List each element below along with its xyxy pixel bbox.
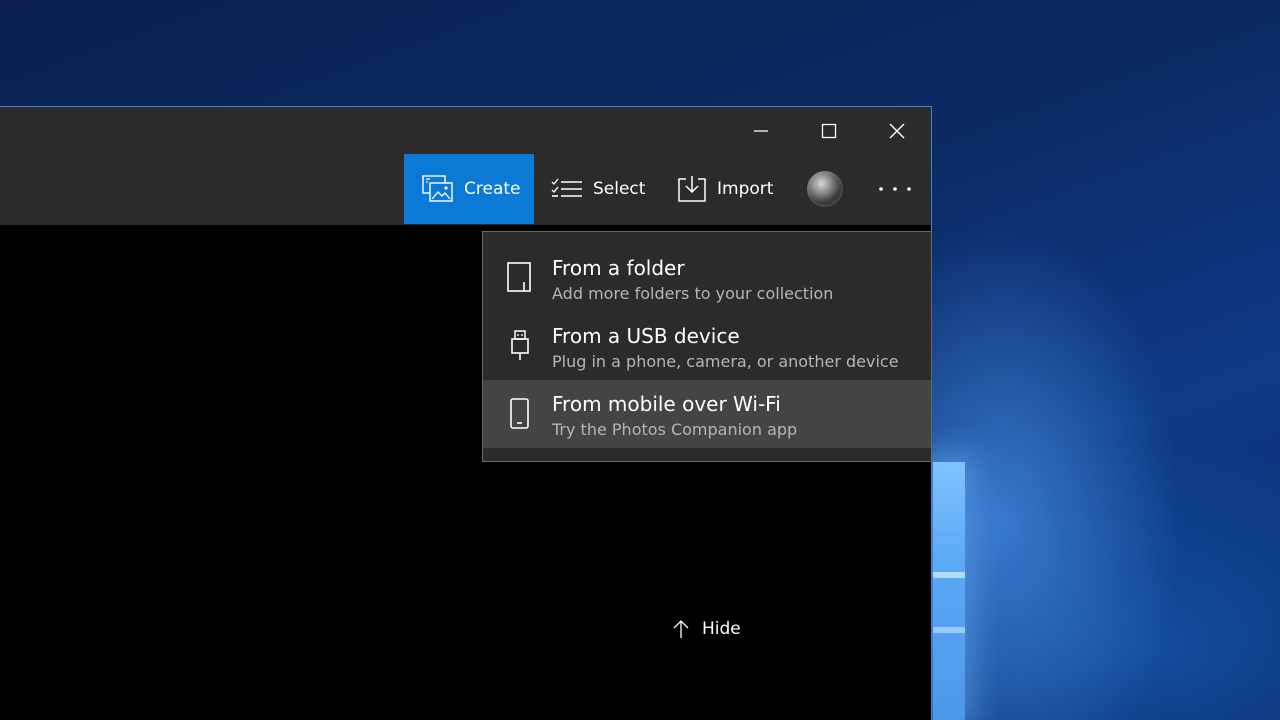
menu-item-title: From a folder: [552, 256, 685, 280]
menu-item-title: From a USB device: [552, 324, 740, 348]
menu-item-subtitle: Add more folders to your collection: [552, 284, 834, 303]
light-beam-segment: [933, 572, 965, 578]
app-titlebar: Create Select Import: [0, 107, 931, 225]
import-button[interactable]: Import: [674, 154, 784, 224]
folder-icon: [507, 262, 531, 292]
menu-item-subtitle: Try the Photos Companion app: [552, 420, 798, 439]
menu-item-title: From mobile over Wi-Fi: [552, 392, 781, 416]
menu-item-from-mobile-wifi[interactable]: From mobile over Wi-Fi Try the Photos Co…: [483, 380, 931, 448]
create-button[interactable]: Create: [404, 154, 534, 224]
import-icon: [678, 176, 706, 202]
hide-label: Hide: [702, 619, 741, 639]
minimize-icon: [754, 130, 768, 132]
mobile-phone-icon: [510, 398, 529, 429]
menu-item-from-folder[interactable]: From a folder Add more folders to your c…: [483, 244, 931, 312]
hide-button[interactable]: Hide: [672, 613, 741, 645]
menu-item-subtitle: Plug in a phone, camera, or another devi…: [552, 352, 899, 371]
maximize-button[interactable]: [804, 115, 854, 147]
import-label: Import: [717, 179, 774, 199]
create-photos-icon: [422, 175, 453, 202]
close-button[interactable]: [872, 115, 922, 147]
close-icon: [889, 123, 905, 139]
more-ellipsis-icon: [879, 187, 911, 191]
wallpaper-light-beam: [933, 462, 965, 720]
select-label: Select: [593, 179, 646, 199]
usb-icon: [511, 330, 529, 360]
account-avatar[interactable]: [807, 171, 843, 207]
minimize-button[interactable]: [736, 115, 786, 147]
select-button[interactable]: Select: [548, 154, 653, 224]
import-dropdown-menu: From a folder Add more folders to your c…: [482, 231, 932, 462]
more-options-button[interactable]: [870, 171, 920, 207]
maximize-icon: [821, 123, 837, 139]
create-label: Create: [464, 179, 521, 199]
menu-item-from-usb[interactable]: From a USB device Plug in a phone, camer…: [483, 312, 931, 380]
select-checklist-icon: [551, 178, 582, 197]
arrow-up-icon: [673, 620, 689, 638]
light-beam-segment: [933, 627, 965, 633]
